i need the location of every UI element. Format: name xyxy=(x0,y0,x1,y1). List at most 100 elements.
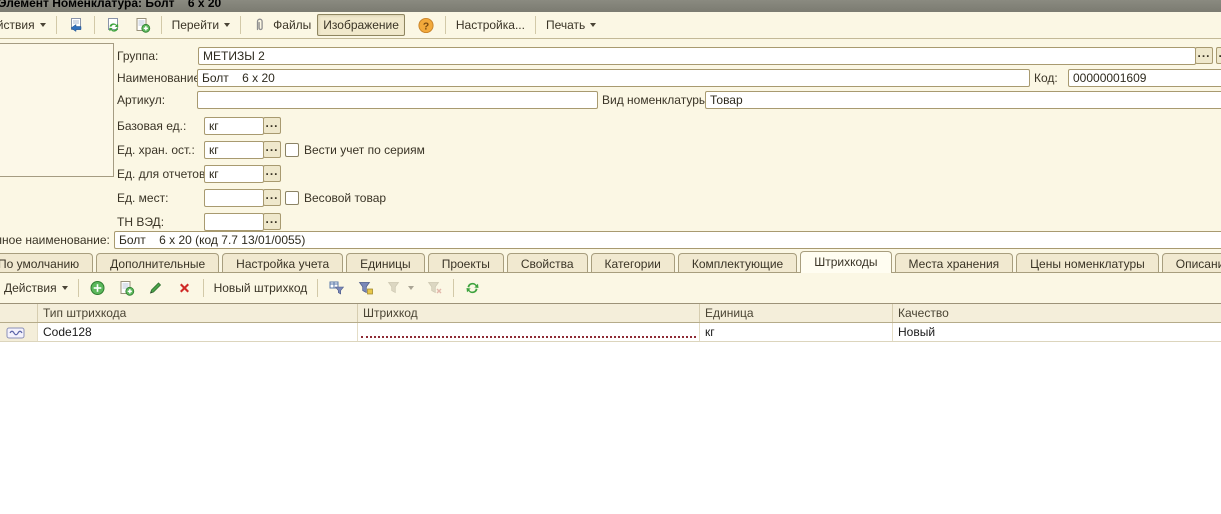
tab-po-umolchaniyu[interactable]: По умолчанию xyxy=(0,253,93,273)
full-name-label: Полное наименование: xyxy=(0,233,110,247)
cell-barcode[interactable] xyxy=(358,323,700,341)
column-header-barcode[interactable]: Штрихкод xyxy=(358,304,700,322)
table-empty-area[interactable] xyxy=(0,342,1221,514)
item-image-placeholder[interactable] xyxy=(0,43,114,177)
base-unit-select-button[interactable]: ... xyxy=(263,117,281,134)
tab-mesta-hraneniya[interactable]: Места хранения xyxy=(895,253,1014,273)
tab-svoystva[interactable]: Свойства xyxy=(507,253,588,273)
set-filter-button[interactable] xyxy=(322,276,351,300)
toolbar-separator xyxy=(78,279,79,297)
goto-menu-label: Перейти xyxy=(172,18,220,32)
barcodes-table: Тип штрихкода Штрихкод Единица Качество … xyxy=(0,303,1221,514)
save-document-icon xyxy=(67,17,84,33)
tab-komplektuyushchie[interactable]: Комплектующие xyxy=(678,253,797,273)
filter-history-button[interactable] xyxy=(380,276,420,300)
filter-by-value-button[interactable] xyxy=(351,276,380,300)
tab-kategorii[interactable]: Категории xyxy=(591,253,675,273)
article-input[interactable] xyxy=(197,91,598,109)
document-plus-icon xyxy=(134,17,151,33)
print-menu-button[interactable]: Печать xyxy=(540,14,602,36)
tab-strip: По умолчанию Дополнительные Настройка уч… xyxy=(0,252,1221,273)
report-unit-input[interactable]: кг xyxy=(204,165,264,183)
storage-unit-label: Ед. хран. ост.: xyxy=(117,143,195,157)
tab-dopolnitelnye[interactable]: Дополнительные xyxy=(96,253,219,273)
settings-button[interactable]: Настройка... xyxy=(450,14,531,36)
group-select-button[interactable]: ... xyxy=(1195,47,1213,64)
storage-unit-input[interactable]: кг xyxy=(204,141,264,159)
tab-proekty[interactable]: Проекты xyxy=(428,253,504,273)
barcodes-table-header[interactable]: Тип штрихкода Штрихкод Единица Качество xyxy=(0,303,1221,323)
report-unit-label: Ед. для отчетов: xyxy=(117,167,209,181)
tnved-label: ТН ВЭД: xyxy=(117,215,164,229)
column-header-unit[interactable]: Единица xyxy=(700,304,893,322)
clear-filter-button[interactable] xyxy=(420,276,449,300)
group-input[interactable]: МЕТИЗЫ 2 xyxy=(198,47,1196,65)
files-label: Файлы xyxy=(273,18,311,32)
report-unit-select-button[interactable]: ... xyxy=(263,165,281,182)
reread-button[interactable] xyxy=(99,13,128,37)
column-header-quality[interactable]: Качество xyxy=(893,304,1221,322)
help-icon: ? xyxy=(417,17,435,34)
paperclip-icon xyxy=(251,17,268,33)
refresh-button[interactable] xyxy=(458,276,487,300)
code-input[interactable]: 00000001609 xyxy=(1068,69,1221,87)
goto-menu-button[interactable]: Перейти xyxy=(166,14,237,36)
delete-x-icon xyxy=(176,280,193,296)
series-accounting-label: Вести учет по сериям xyxy=(304,143,425,157)
base-unit-input[interactable]: кг xyxy=(204,117,264,135)
series-accounting-checkbox[interactable] xyxy=(285,143,299,157)
print-label: Печать xyxy=(546,18,585,32)
document-plus-icon xyxy=(118,280,135,296)
image-toggle-button[interactable]: Изображение xyxy=(317,14,405,36)
tnved-input[interactable] xyxy=(204,213,264,231)
column-header-barcode-type[interactable]: Тип штрихкода xyxy=(38,304,358,322)
tab-edinitsy[interactable]: Единицы xyxy=(346,253,425,273)
copy-row-button[interactable] xyxy=(112,276,141,300)
files-button[interactable]: Файлы xyxy=(245,13,317,37)
storage-unit-select-button[interactable]: ... xyxy=(263,141,281,158)
name-input[interactable]: Болт 6 х 20 xyxy=(197,69,1030,87)
group-open-button[interactable]: ... xyxy=(1216,47,1221,64)
filter-value-icon xyxy=(357,280,374,296)
copy-record-button[interactable] xyxy=(128,13,157,37)
nomenclature-element-window: Элемент Номенклатура: Болт 6 х 20 Действ… xyxy=(0,0,1221,514)
image-label: Изображение xyxy=(323,18,399,32)
screenshot-viewport: Элемент Номенклатура: Болт 6 х 20 Действ… xyxy=(0,0,1221,514)
tab-nastroyka-ucheta[interactable]: Настройка учета xyxy=(222,253,343,273)
base-unit-label: Базовая ед.: xyxy=(117,119,186,133)
cell-unit[interactable]: кг xyxy=(700,323,893,341)
tnved-select-button[interactable]: ... xyxy=(263,213,281,230)
barcodes-actions-label: Действия xyxy=(4,281,57,295)
toolbar-separator xyxy=(535,16,536,34)
edit-row-button[interactable] xyxy=(141,276,170,300)
tab-opisanie[interactable]: Описание xyxy=(1162,253,1221,273)
add-row-button[interactable] xyxy=(83,276,112,300)
tab-tseny-nomenklatury[interactable]: Цены номенклатуры xyxy=(1016,253,1159,273)
row-marker-column-header xyxy=(0,304,38,322)
add-icon xyxy=(89,280,106,296)
barcodes-tab-panel: Действия xyxy=(0,272,1221,514)
toolbar-separator xyxy=(317,279,318,297)
cell-barcode-type[interactable]: Code128 xyxy=(38,323,358,341)
svg-text:?: ? xyxy=(423,21,429,32)
save-record-button[interactable] xyxy=(61,13,90,37)
chevron-down-icon xyxy=(590,23,596,27)
main-toolbar: Действия xyxy=(0,12,1221,39)
new-barcode-button[interactable]: Новый штрихкод xyxy=(208,277,314,299)
actions-menu-button[interactable]: Действия xyxy=(0,14,52,36)
places-unit-input[interactable] xyxy=(204,189,264,207)
places-unit-select-button[interactable]: ... xyxy=(263,189,281,206)
weight-goods-checkbox[interactable] xyxy=(285,191,299,205)
kind-input[interactable]: Товар xyxy=(705,91,1221,109)
help-button[interactable]: ? xyxy=(411,13,441,38)
table-row[interactable]: Code128 кг Новый xyxy=(0,323,1221,342)
actions-menu-label: Действия xyxy=(0,18,35,32)
group-label: Группа: xyxy=(117,49,158,63)
cell-quality[interactable]: Новый xyxy=(893,323,1221,341)
delete-row-button[interactable] xyxy=(170,276,199,300)
tab-shtrihkody-active[interactable]: Штрихкоды xyxy=(800,251,891,273)
pencil-icon xyxy=(147,280,164,296)
full-name-input[interactable]: Болт 6 х 20 (код 7.7 13/01/0055) xyxy=(114,231,1221,249)
barcodes-actions-menu-button[interactable]: Действия xyxy=(0,277,74,299)
chevron-down-icon xyxy=(62,286,68,290)
